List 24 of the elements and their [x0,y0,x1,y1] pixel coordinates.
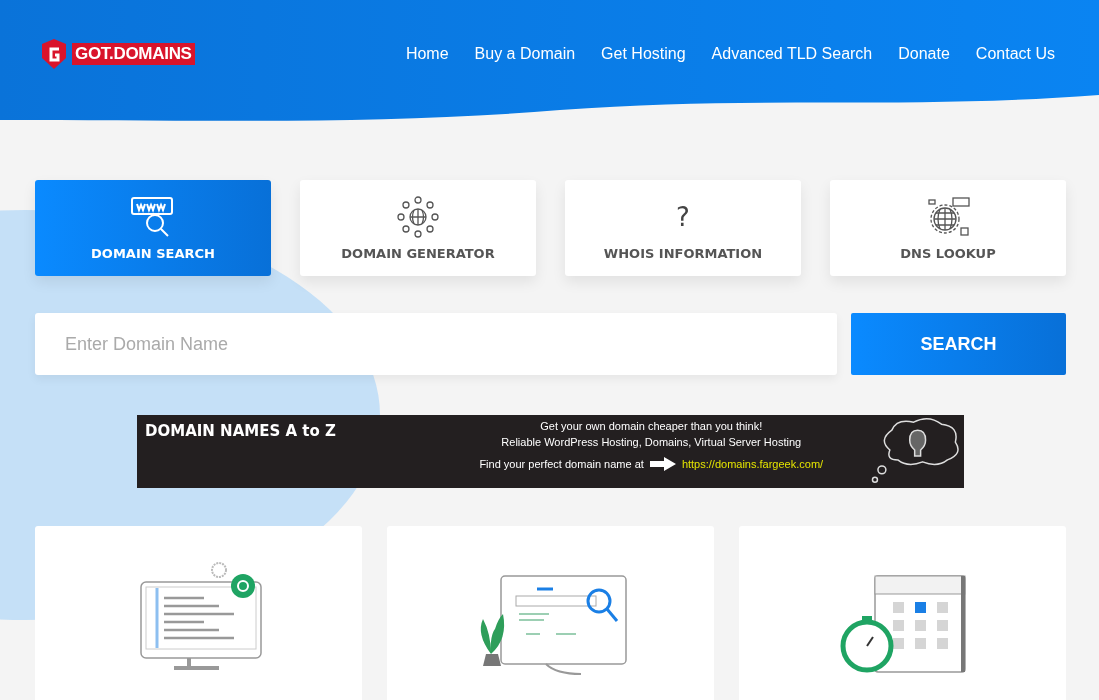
domain-input-field[interactable]: Enter Domain Name [35,313,837,375]
nav-link[interactable]: Get Hosting [601,45,686,63]
banner-text: Get your own domain cheaper than you think! [540,420,763,432]
dns-globe-icon [925,195,971,238]
web-search-icon [130,195,176,238]
logo-text[interactable]: GOT.DOMAINS [72,43,195,65]
tool-tab[interactable]: ? WHOIS INFORMATION [565,180,801,276]
banner-link[interactable]: https://domains.fargeek.com/ [681,458,824,470]
nav-link[interactable]: Home [405,45,449,63]
nav-link[interactable]: Donate [898,45,950,63]
globe-network-icon [395,195,441,238]
tool-tab[interactable]: DOMAIN SEARCH [35,180,271,276]
tool-tab[interactable]: DOMAIN GENERATOR [300,180,536,276]
banner-text: Find your perfect domain name at [479,458,644,470]
nav-link[interactable]: Buy a Domain [474,45,576,63]
search-button[interactable]: SEARCH [851,313,1066,375]
arrow-right-icon [649,457,676,471]
nav-link[interactable]: Contact Us [975,45,1055,63]
nav-link[interactable]: Advanced TLD Search [711,45,873,63]
banner-title: DOMAIN NAMES A to Z [144,421,337,442]
banner-text: Reliable WordPress Hosting, Domains, Virtual Server Hosting [501,436,802,448]
question-mark-icon: ? [676,195,690,238]
shield-g-icon [40,38,68,70]
tool-tab[interactable]: DNS LOOKUP [830,180,1066,276]
